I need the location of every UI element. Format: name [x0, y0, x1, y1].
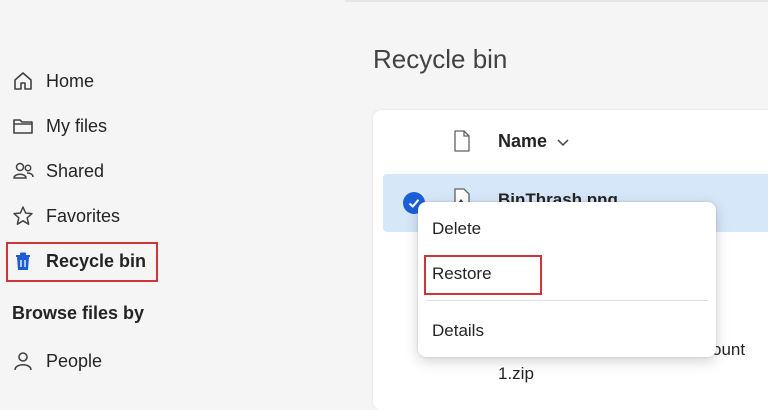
menu-divider — [426, 300, 708, 301]
file-type-column-icon[interactable] — [453, 130, 471, 157]
sidebar-item-label: Shared — [46, 160, 105, 181]
folder-icon — [12, 115, 34, 137]
person-icon — [12, 350, 34, 372]
home-icon — [12, 70, 34, 92]
sidebar-item-my-files[interactable]: My files — [12, 108, 312, 144]
sidebar-item-shared[interactable]: Shared — [12, 153, 312, 189]
menu-item-details[interactable]: Details — [418, 311, 716, 351]
sidebar: Home My files Shared Favorites Recycle b… — [0, 0, 345, 392]
people-icon — [12, 160, 34, 182]
sidebar-item-favorites[interactable]: Favorites — [12, 198, 312, 234]
highlight-box — [6, 242, 158, 282]
table-header: Name — [373, 110, 768, 172]
highlight-box — [424, 255, 542, 295]
sidebar-item-label: People — [46, 350, 103, 371]
context-menu: Delete Restore Details — [418, 202, 716, 357]
sidebar-item-home[interactable]: Home — [12, 63, 312, 99]
file-name-part[interactable]: ount — [712, 340, 745, 360]
star-icon — [12, 205, 34, 227]
name-column-header[interactable]: Name — [498, 131, 569, 152]
name-column-label: Name — [498, 131, 548, 151]
sidebar-item-people[interactable]: People — [12, 343, 312, 379]
menu-item-delete[interactable]: Delete — [418, 209, 716, 249]
top-bar-edge — [345, 0, 768, 2]
sidebar-item-label: Home — [46, 70, 95, 91]
page-title: Recycle bin — [373, 44, 508, 74]
chevron-down-icon — [557, 131, 569, 152]
sidebar-item-label: My files — [46, 115, 108, 136]
sidebar-item-label: Favorites — [46, 205, 121, 226]
browse-files-heading: Browse files by — [12, 303, 145, 323]
file-name-part[interactable]: 1.zip — [498, 364, 534, 384]
